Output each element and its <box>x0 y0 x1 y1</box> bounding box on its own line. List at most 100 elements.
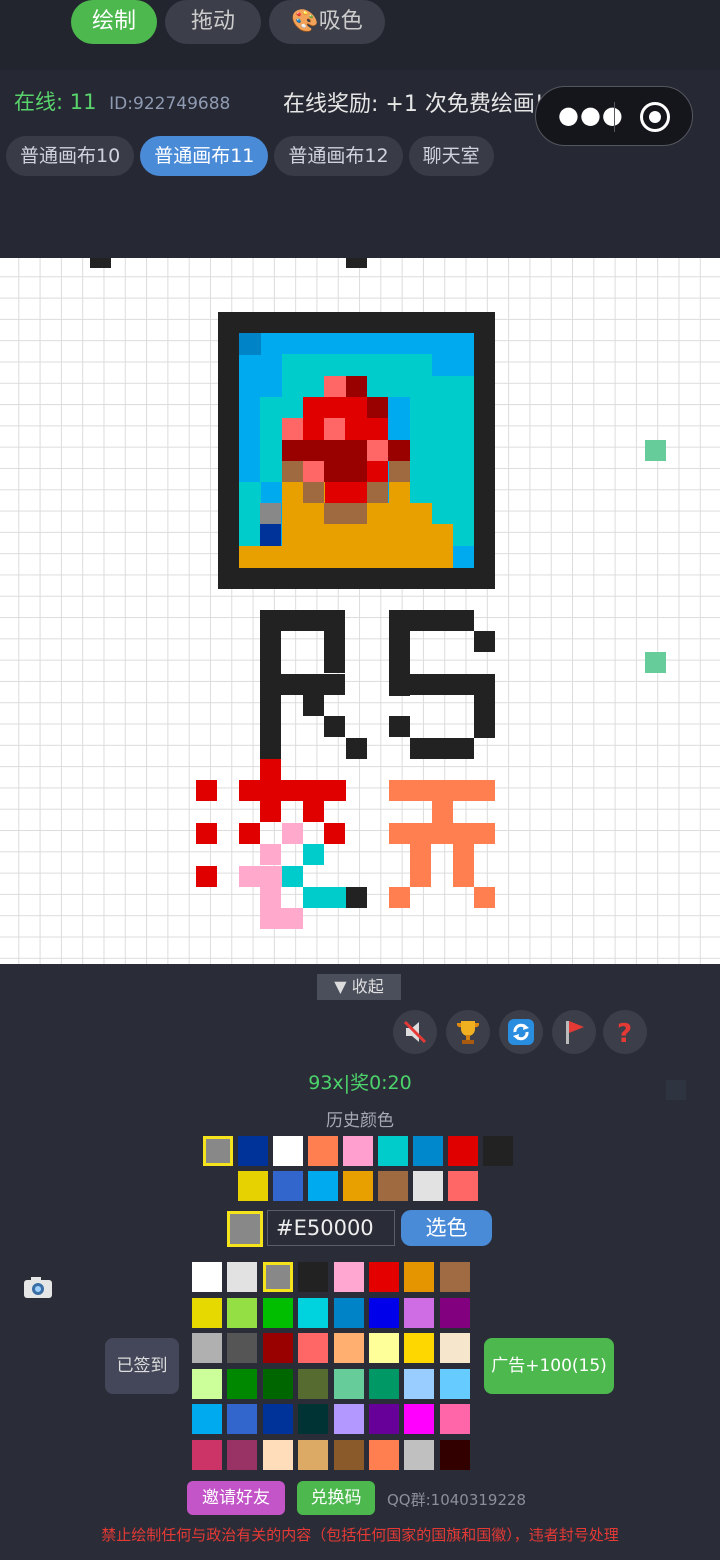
palette-swatch[interactable] <box>439 1297 470 1328</box>
camera-button[interactable] <box>22 1274 54 1300</box>
help-icon: ? <box>617 1019 632 1046</box>
refresh-button[interactable] <box>499 1010 543 1054</box>
history-swatch[interactable] <box>343 1171 373 1201</box>
palette-swatch[interactable] <box>404 1262 435 1292</box>
report-button[interactable] <box>552 1010 596 1054</box>
palette-swatch[interactable] <box>192 1262 222 1292</box>
palette-swatch[interactable] <box>262 1333 293 1363</box>
history-swatch[interactable] <box>378 1171 408 1201</box>
tab-chatroom[interactable]: 聊天室 <box>408 136 494 176</box>
trophy-button[interactable] <box>446 1010 490 1054</box>
palette-swatch[interactable] <box>192 1333 222 1363</box>
history-swatch[interactable] <box>378 1136 408 1166</box>
palette-swatch[interactable] <box>369 1368 399 1399</box>
history-swatch[interactable] <box>273 1136 303 1166</box>
palette-swatch[interactable] <box>227 1297 258 1328</box>
choose-color-button[interactable]: 选色 <box>401 1210 492 1246</box>
history-swatch[interactable] <box>308 1136 338 1166</box>
palette-swatch[interactable] <box>333 1297 364 1328</box>
reward-ratio: 93x|奖0:20 <box>308 1072 412 1094</box>
palette-swatch[interactable] <box>333 1333 364 1363</box>
policy-warning: 禁止绘制任何与政治有关的内容（包括任何国家的国旗和国徽），违者封号处理 <box>101 1526 619 1544</box>
palette-swatch[interactable] <box>262 1262 293 1292</box>
palette-swatch[interactable] <box>369 1262 399 1292</box>
help-button[interactable]: ? <box>603 1010 647 1054</box>
palette-swatch[interactable] <box>262 1404 293 1434</box>
palette-swatch[interactable] <box>227 1262 258 1292</box>
redeem-code-button[interactable]: 兑换码 <box>297 1481 375 1515</box>
palette-swatch[interactable] <box>333 1404 364 1434</box>
history-swatch[interactable] <box>238 1171 268 1201</box>
palette-swatch[interactable] <box>192 1404 222 1434</box>
palette-swatch[interactable] <box>369 1333 399 1363</box>
palette-swatch[interactable] <box>439 1404 470 1434</box>
history-swatch[interactable] <box>238 1136 268 1166</box>
target-icon[interactable] <box>640 102 670 132</box>
palette-swatch[interactable] <box>369 1404 399 1434</box>
flag-icon <box>566 1021 584 1044</box>
palette-swatch[interactable] <box>298 1333 329 1363</box>
ad-reward-button[interactable]: 广告+100(15) <box>484 1338 614 1394</box>
trophy-icon <box>457 1021 479 1044</box>
palette-swatch[interactable] <box>262 1439 293 1470</box>
palette-swatch[interactable] <box>333 1368 364 1399</box>
palette-swatch[interactable] <box>439 1262 470 1292</box>
mute-icon <box>403 1020 427 1044</box>
history-colors-title: 历史颜色 <box>326 1111 394 1131</box>
history-swatch[interactable] <box>203 1136 233 1166</box>
palette-swatch[interactable] <box>404 1404 435 1434</box>
palette-swatch[interactable] <box>439 1333 470 1363</box>
palette-swatch[interactable] <box>192 1368 222 1399</box>
history-swatch[interactable] <box>448 1136 478 1166</box>
collapse-button[interactable]: ▼ 收起 <box>317 974 401 1000</box>
canvas-tabs: 普通画布10 普通画布11 普通画布12 聊天室 <box>6 136 494 176</box>
palette-swatch[interactable] <box>404 1439 435 1470</box>
palette-icon: 🎨 <box>291 9 319 34</box>
history-swatch[interactable] <box>308 1171 338 1201</box>
history-swatch[interactable] <box>413 1136 443 1166</box>
tab-canvas-11[interactable]: 普通画布11 <box>140 136 269 176</box>
history-swatch[interactable] <box>273 1171 303 1201</box>
camera-icon <box>24 1277 52 1298</box>
tab-canvas-10[interactable]: 普通画布10 <box>6 136 135 176</box>
palette-swatch[interactable] <box>404 1368 435 1399</box>
palette-swatch[interactable] <box>262 1297 293 1328</box>
qq-group: QQ群:1040319228 <box>387 1491 527 1509</box>
palette-swatch[interactable] <box>333 1262 364 1292</box>
history-swatch[interactable] <box>343 1136 373 1166</box>
history-swatch[interactable] <box>448 1171 478 1201</box>
draw-mode-button[interactable]: 绘制 <box>71 0 157 44</box>
signed-in-button[interactable]: 已签到 <box>105 1338 179 1394</box>
palette-swatch[interactable] <box>262 1368 293 1399</box>
palette-swatch[interactable] <box>227 1333 258 1363</box>
palette-swatch[interactable] <box>192 1297 222 1328</box>
palette-swatch[interactable] <box>369 1297 399 1328</box>
palette-swatch[interactable] <box>333 1439 364 1470</box>
refresh-icon <box>508 1019 534 1045</box>
palette-swatch[interactable] <box>192 1439 222 1470</box>
pixel-canvas[interactable] <box>0 258 720 964</box>
hex-color-input[interactable] <box>267 1210 395 1246</box>
history-swatch[interactable] <box>413 1171 443 1201</box>
history-swatch[interactable] <box>483 1136 513 1166</box>
palette-swatch[interactable] <box>298 1297 329 1328</box>
pixel-art <box>90 258 666 929</box>
palette-swatch[interactable] <box>227 1439 258 1470</box>
palette-swatch[interactable] <box>298 1439 329 1470</box>
tab-canvas-12[interactable]: 普通画布12 <box>274 136 403 176</box>
mute-button[interactable] <box>393 1010 437 1054</box>
invite-friends-button[interactable]: 邀请好友 <box>187 1481 285 1515</box>
palette-swatch[interactable] <box>227 1404 258 1434</box>
palette-swatch[interactable] <box>298 1368 329 1399</box>
palette-swatch[interactable] <box>227 1368 258 1399</box>
palette-swatch[interactable] <box>439 1368 470 1399</box>
drag-mode-button[interactable]: 拖动 <box>165 0 261 44</box>
palette-swatch[interactable] <box>298 1262 329 1292</box>
palette-swatch[interactable] <box>404 1297 435 1328</box>
palette-swatch[interactable] <box>369 1439 399 1470</box>
palette-swatch[interactable] <box>439 1439 470 1470</box>
palette-swatch[interactable] <box>404 1333 435 1363</box>
pick-color-button[interactable]: 🎨吸色 <box>269 0 385 44</box>
palette-swatch[interactable] <box>298 1404 329 1434</box>
decorative-pixel <box>666 1080 686 1100</box>
